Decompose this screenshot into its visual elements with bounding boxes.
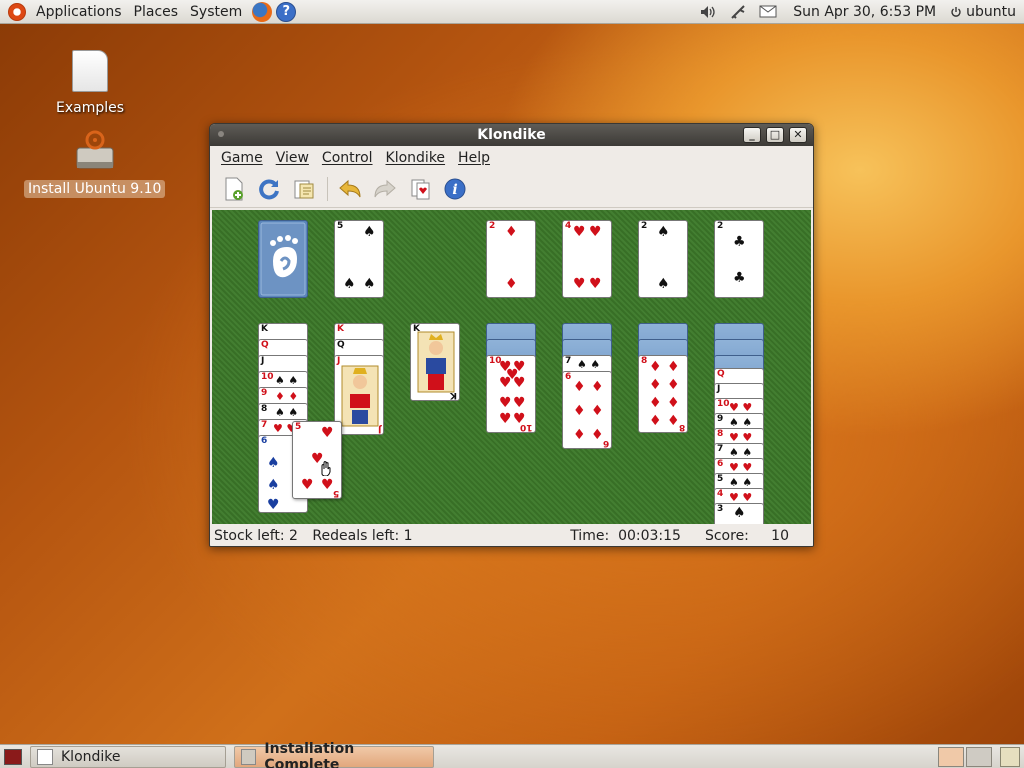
- volume-icon[interactable]: [699, 4, 717, 20]
- foundation-spades[interactable]: 2 ♠ ♠: [638, 220, 688, 298]
- dragged-card[interactable]: 5 ♥ ♥ ♥ ♥ 5: [292, 421, 342, 499]
- info-button[interactable]: i: [441, 175, 469, 203]
- king-face-image: [417, 331, 455, 393]
- installer-label: Install Ubuntu 9.10: [24, 180, 166, 198]
- tableau-3[interactable]: K K: [410, 323, 460, 401]
- help-icon[interactable]: ?: [276, 1, 297, 22]
- foundation-3-rank: 2: [641, 221, 648, 231]
- bottom-panel: Klondike Installation Complete: [0, 741, 1024, 768]
- applications-menu[interactable]: Applications: [30, 4, 128, 20]
- menubar: Game View Control Klondike Help: [210, 146, 813, 170]
- installer-desktop-icon[interactable]: Install Ubuntu 9.10: [24, 128, 166, 198]
- select-game-icon: [294, 180, 314, 198]
- taskbar-klondike-label: Klondike: [61, 748, 121, 765]
- workspace-switcher[interactable]: [938, 746, 992, 767]
- select-game-button[interactable]: [290, 175, 318, 203]
- restart-icon: [259, 178, 279, 199]
- foundation-1-rank: 2: [489, 221, 496, 231]
- klondike-task-icon: [37, 748, 53, 765]
- power-icon: [951, 6, 961, 17]
- network-icon[interactable]: [729, 4, 747, 20]
- undo-button[interactable]: [336, 175, 364, 203]
- tableau-card[interactable]: 3 ♠: [714, 503, 764, 524]
- stock-pile[interactable]: [258, 220, 308, 298]
- hint-icon: [411, 179, 430, 199]
- svg-text:i: i: [452, 182, 457, 198]
- close-button[interactable]: ✕: [789, 127, 807, 143]
- klondike-window: Klondike _ □ ✕ Game View Control Klondik…: [209, 123, 814, 547]
- time-display: Time: 00:03:15: [570, 528, 681, 544]
- time-value: 00:03:15: [618, 528, 681, 544]
- examples-label: Examples: [56, 100, 125, 116]
- score-label: Score:: [704, 528, 749, 544]
- foundation-4-rank: 2: [717, 221, 724, 231]
- waste-pile[interactable]: 5 ♠ ♠ ♠: [334, 220, 384, 298]
- installer-icon: [71, 128, 119, 172]
- maximize-button[interactable]: □: [766, 127, 784, 143]
- hand-cursor-icon: [321, 461, 331, 476]
- workspace-1[interactable]: [938, 746, 964, 767]
- menu-klondike[interactable]: Klondike: [381, 150, 451, 166]
- menu-view[interactable]: View: [271, 150, 314, 166]
- clock[interactable]: Sun Apr 30, 6:53 PM: [793, 4, 936, 20]
- foundation-clubs[interactable]: 2 ♣ ♣: [714, 220, 764, 298]
- menu-help[interactable]: Help: [453, 150, 495, 166]
- firefox-icon[interactable]: [252, 1, 273, 22]
- taskbar-installation[interactable]: Installation Complete: [234, 741, 434, 768]
- time-label: Time:: [570, 528, 610, 544]
- installer-task-icon: [241, 748, 257, 765]
- menu-game[interactable]: Game: [216, 150, 268, 166]
- system-menu[interactable]: System: [184, 4, 248, 20]
- window-title: Klondike: [477, 127, 546, 143]
- dragged-rank: 5: [295, 422, 302, 432]
- ubuntu-logo-icon[interactable]: [8, 2, 26, 21]
- gnome-foot-icon: [260, 222, 306, 296]
- redeals-left: Redeals left: 1: [312, 528, 413, 544]
- score-value: 10: [771, 528, 789, 544]
- workspace-2[interactable]: [966, 746, 992, 767]
- info-icon: i: [444, 178, 466, 199]
- trash-icon[interactable]: [1000, 746, 1020, 767]
- window-titlebar[interactable]: Klondike _ □ ✕: [210, 124, 813, 146]
- user-menu[interactable]: ubuntu: [950, 4, 1016, 20]
- places-menu[interactable]: Places: [128, 4, 185, 20]
- document-icon: [72, 50, 109, 92]
- toolbar: i: [210, 170, 813, 208]
- tableau-card[interactable]: 10 ♥ ♥ ♥ ♥ ♥ ♥ ♥ ♥ ♥ 10: [486, 355, 536, 433]
- hint-button[interactable]: [406, 175, 434, 203]
- waste-rank: 5: [337, 221, 344, 231]
- foundation-diamonds[interactable]: 2 ♦ ♦: [486, 220, 536, 298]
- redo-icon: [374, 179, 396, 197]
- foundation-2-rank: 4: [565, 221, 572, 231]
- show-desktop-button[interactable]: [4, 748, 22, 765]
- score-display: Score: 10: [705, 528, 789, 544]
- foundation-hearts[interactable]: 4 ♥ ♥ ♥ ♥: [562, 220, 612, 298]
- redo-button[interactable]: [371, 175, 399, 203]
- tableau-card[interactable]: 8 ♦ ♦ ♦ ♦ ♦ ♦ ♦ ♦ 8: [638, 355, 688, 433]
- new-game-icon: [225, 177, 243, 200]
- tableau-card[interactable]: 6 ♦ ♦ ♦ ♦ ♦ ♦ 6: [562, 371, 612, 449]
- undo-icon: [339, 179, 361, 197]
- taskbar-install-label: Installation Complete: [264, 740, 355, 768]
- minimize-button[interactable]: _: [743, 127, 761, 143]
- window-menu-icon[interactable]: [218, 131, 224, 137]
- jack-face-image: [341, 365, 379, 427]
- game-table: 5 ♠ ♠ ♠ 2 ♦ ♦ 4 ♥ ♥ ♥ ♥ 2 ♠ ♠ 2 ♣ ♣ K Q …: [212, 210, 811, 524]
- stock-left: Stock left: 2: [214, 528, 298, 544]
- status-bar: Stock left: 2 Redeals left: 1 Time: 00:0…: [210, 525, 813, 546]
- user-name: ubuntu: [966, 3, 1016, 20]
- top-panel: Applications Places System ? Sun Apr 30,…: [0, 0, 1024, 24]
- examples-desktop-icon[interactable]: Examples: [56, 50, 124, 116]
- mail-icon[interactable]: [759, 4, 777, 20]
- restart-button[interactable]: [255, 175, 283, 203]
- menu-control[interactable]: Control: [317, 150, 378, 166]
- toolbar-separator: [327, 176, 328, 201]
- new-game-button[interactable]: [220, 175, 248, 203]
- taskbar-klondike[interactable]: Klondike: [30, 745, 226, 768]
